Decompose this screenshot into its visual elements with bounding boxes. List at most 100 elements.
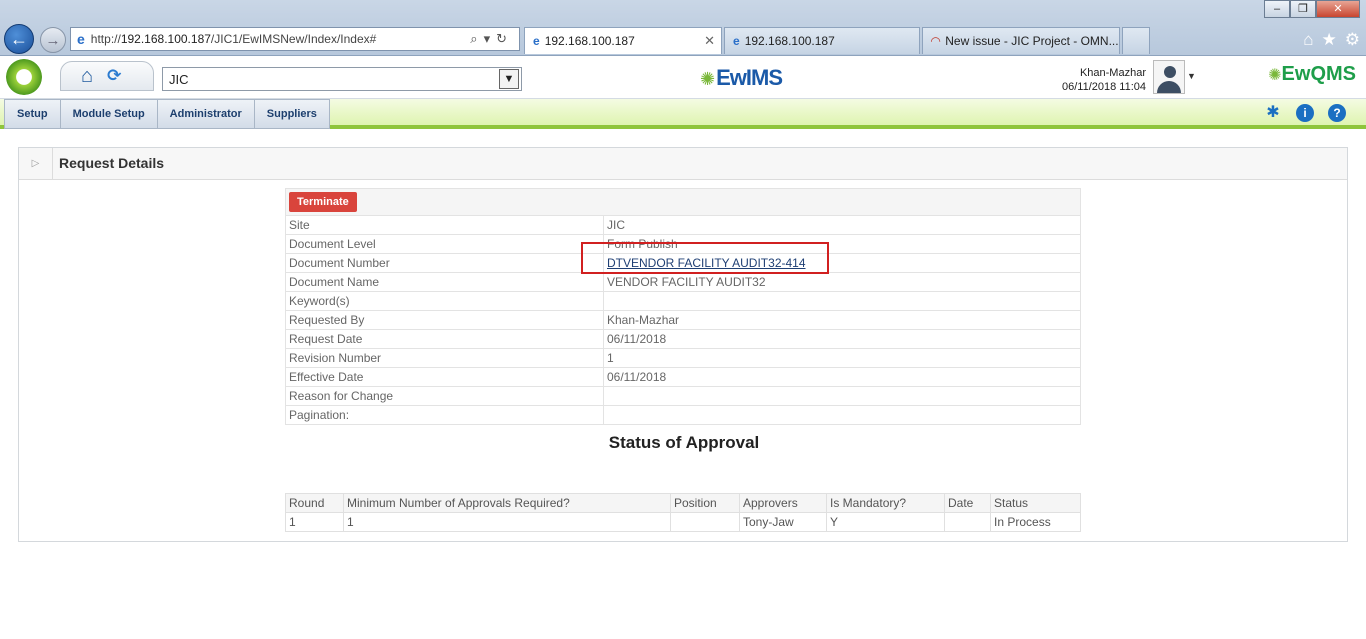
app-header: ⌂ ⟳ JIC ▼ ✺EwIMS Khan-Mazhar 06/11/2018 … [0,57,1366,99]
annotation-highlight-box [581,242,829,274]
field-value [603,386,1081,406]
field-label: Document Level [285,234,604,254]
browser-tab-2[interactable]: e 192.168.100.187 [724,27,920,54]
search-icon: ⌕ [470,31,484,46]
pin-icon[interactable]: ✱ [1264,104,1282,122]
table-cell: 1 [343,512,671,532]
table-cell [670,512,740,532]
field-label: Pagination: [285,405,604,425]
column-header: Position [670,493,740,513]
ewims-logo: ✺EwIMS [700,65,783,90]
column-header: Round [285,493,344,513]
field-label: Document Number [285,253,604,273]
favorites-star-icon[interactable]: ★ [1322,30,1337,50]
table-row: Effective Date 06/11/2018 [285,367,1081,387]
terminate-button[interactable]: Terminate [289,192,357,212]
browser-chrome: – ❐ ✕ ← → e http://192.168.100.187/JIC1/… [0,0,1366,56]
field-value: 06/11/2018 [603,367,1081,387]
home-icon[interactable]: ⌂ [81,65,93,88]
info-icon[interactable]: i [1296,104,1314,122]
chevron-down-icon[interactable]: ▼ [499,69,519,89]
panel-title: Request Details [59,155,165,171]
browser-tab-3[interactable]: ◠ New issue - JIC Project - OMN... [922,27,1120,54]
ie-icon: e [733,34,740,48]
main-menu-bar: Setup Module Setup Administrator Supplie… [0,99,1366,129]
panel-header: ▷ Request Details [19,148,1347,180]
column-header: Status [990,493,1081,513]
table-row: Document Name VENDOR FACILITY AUDIT32 [285,272,1081,292]
logo-star-icon: ✺ [700,69,715,89]
close-tab-icon[interactable]: ✕ [704,33,715,49]
home-icon[interactable]: ⌂ [1303,30,1313,50]
field-label: Document Name [285,272,604,292]
current-datetime: 06/11/2018 11:04 [1061,81,1146,93]
home-toolbar: ⌂ ⟳ [60,61,154,91]
menu-icons: ✱ i ? [1264,104,1346,122]
user-head-icon [1164,66,1176,78]
ie-icon: e [77,31,85,47]
table-row: Revision Number 1 [285,348,1081,368]
forward-button[interactable]: → [40,27,66,53]
table-row: 1 1 Tony-Jaw Y In Process [285,512,1081,532]
collapse-toggle-icon[interactable]: ▷ [19,148,53,180]
ie-icon: e [533,34,540,48]
tab-title: 192.168.100.187 [544,34,635,48]
field-value: JIC [603,215,1081,235]
refresh-icon[interactable]: ⟳ [107,66,121,86]
logo-star-icon: ✺ [1268,67,1282,84]
new-tab-button[interactable] [1122,27,1150,54]
table-cell [944,512,991,532]
field-value [603,291,1081,311]
table-row: Site JIC [285,215,1081,235]
site-select-value: JIC [169,72,189,87]
table-row: Pagination: [285,405,1081,425]
menu-item-module-setup[interactable]: Module Setup [61,100,158,128]
avatar[interactable] [1153,60,1185,94]
table-row: Request Date 06/11/2018 [285,329,1081,349]
address-bar[interactable]: e http://192.168.100.187/JIC1/EwIMSNew/I… [70,27,520,51]
user-menu-caret-icon[interactable]: ▼ [1187,71,1196,81]
user-info: Khan-Mazhar 06/11/2018 11:04 [1062,66,1146,94]
site-select[interactable]: JIC ▼ [162,67,522,91]
menu-item-administrator[interactable]: Administrator [158,100,255,128]
minimize-button[interactable]: – [1264,0,1290,18]
ewqms-logo: ✺EwQMS [1268,63,1356,85]
address-tools[interactable]: ⌕▾↻ [470,31,513,47]
app-sun-logo-icon[interactable] [6,59,42,95]
table-cell: Y [826,512,945,532]
browser-tab-1[interactable]: e 192.168.100.187 ✕ [524,27,722,54]
loading-icon: ◠ [931,34,941,48]
field-value [603,405,1081,425]
field-label: Request Date [285,329,604,349]
back-button[interactable]: ← [4,24,34,54]
column-header: Minimum Number of Approvals Required? [343,493,671,513]
request-details-table: Terminate Site JIC Document Level Form P… [285,188,1081,425]
main-menu: Setup Module Setup Administrator Supplie… [4,99,330,129]
window-controls: – ❐ ✕ [1264,0,1360,18]
help-icon[interactable]: ? [1328,104,1346,122]
field-label: Requested By [285,310,604,330]
refresh-icon: ↻ [496,31,513,46]
column-header: Date [944,493,991,513]
table-cell: In Process [990,512,1081,532]
maximize-button[interactable]: ❐ [1290,0,1316,18]
table-row: Reason for Change [285,386,1081,406]
dropdown-icon: ▾ [483,31,497,46]
table-cell: Tony-Jaw [739,512,827,532]
field-label: Effective Date [285,367,604,387]
field-label: Revision Number [285,348,604,368]
column-header: Approvers [739,493,827,513]
close-window-button[interactable]: ✕ [1316,0,1360,18]
browser-toolbar-icons: ⌂ ★ ⚙ [1303,30,1360,50]
user-name: Khan-Mazhar [1079,67,1146,79]
field-value: 06/11/2018 [603,329,1081,349]
field-label: Reason for Change [285,386,604,406]
field-label: Keyword(s) [285,291,604,311]
arrow-right-icon: → [45,31,61,49]
menu-item-setup[interactable]: Setup [5,100,61,128]
tab-title: 192.168.100.187 [744,34,835,48]
user-body-icon [1157,81,1181,93]
menu-item-suppliers[interactable]: Suppliers [255,100,329,128]
field-value: 1 [603,348,1081,368]
settings-gear-icon[interactable]: ⚙ [1345,30,1360,50]
